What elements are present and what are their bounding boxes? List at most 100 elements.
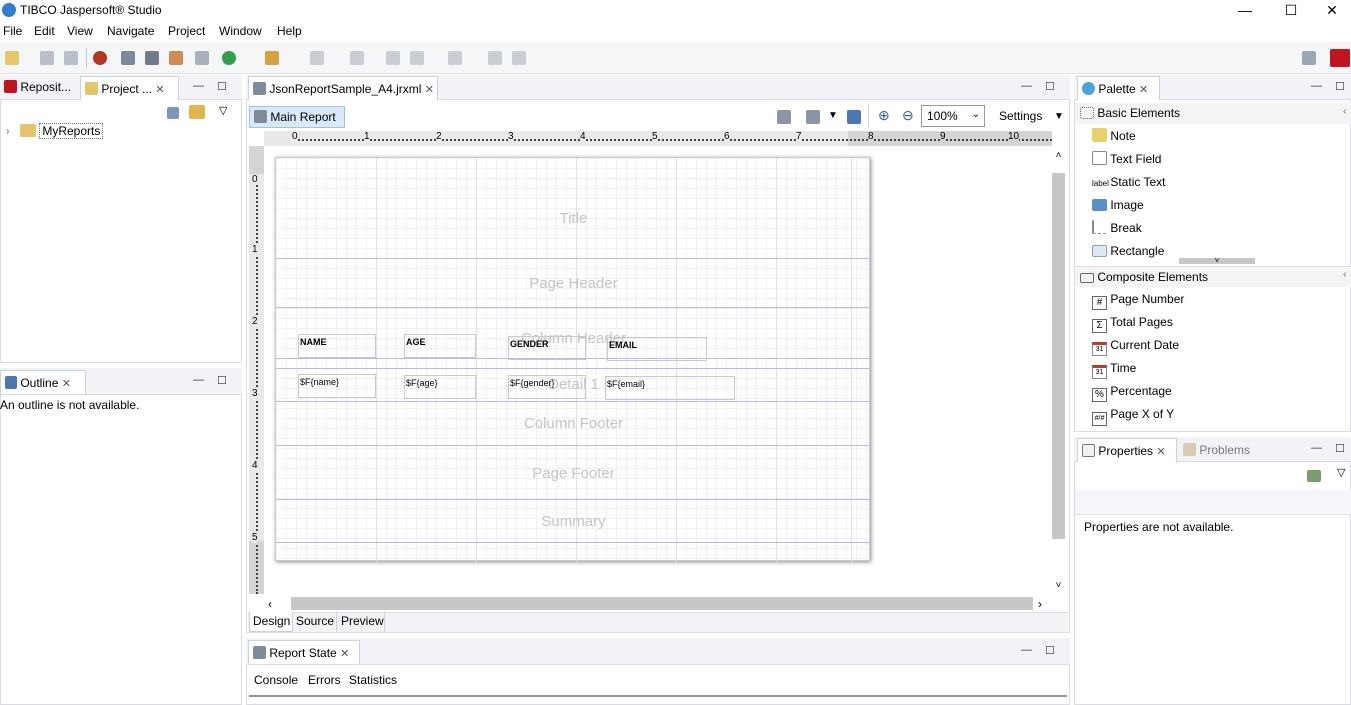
tab-properties[interactable]: Properties ✕ [1077,438,1177,462]
jaspersoft-perspective-icon[interactable] [1330,49,1350,67]
tab-statistics[interactable]: Statistics [349,673,397,687]
band-separator[interactable] [276,499,871,500]
palette-page-x-of-y[interactable]: #/# Page X of Y [1092,403,1174,426]
save-all-icon[interactable] [64,51,78,65]
new-icon[interactable] [5,51,19,65]
publish-icon[interactable] [195,51,209,65]
palette-percentage[interactable]: % Percentage [1092,380,1172,403]
close-icon[interactable]: ✕ [1139,84,1148,96]
chevron-down-icon[interactable]: ▼ [828,110,838,121]
zoom-select[interactable]: 100% ⌄ [921,105,985,127]
tab-errors[interactable]: Errors [308,673,341,687]
main-report-button[interactable]: Main Report [249,106,345,128]
palette-rectangle[interactable]: Rectangle [1092,240,1164,263]
scroll-down-icon[interactable]: ˅ [1052,581,1065,591]
palette-break[interactable]: Break [1092,217,1142,240]
prev-annotation-icon[interactable] [350,51,364,65]
chevron-down-icon[interactable]: ▼ [1054,111,1064,122]
menu-help[interactable]: Help [277,24,302,38]
palette-image[interactable]: Image [1092,194,1144,217]
palette-current-date[interactable]: 31 Current Date [1092,334,1179,357]
band-separator[interactable] [276,542,871,543]
save-icon[interactable] [40,51,54,65]
palette-note[interactable]: Note [1092,125,1136,148]
maximize-icon[interactable]: ☐ [217,374,227,387]
minimize-icon[interactable]: — [193,80,204,92]
static-text-email[interactable]: EMAIL [607,337,707,361]
text-field-age[interactable]: $F{age} [404,375,476,399]
palette-page-number[interactable]: # Page Number [1092,288,1184,311]
forward-icon[interactable] [448,51,462,65]
back-icon[interactable] [410,51,424,65]
minimize-icon[interactable]: — [193,374,204,386]
palette-text-field[interactable]: Text Field [1092,148,1161,171]
last-edit-icon[interactable] [386,51,400,65]
report-icon[interactable] [121,51,135,65]
menu-project[interactable]: Project [168,24,205,38]
text-field-gender[interactable]: $F{gender} [508,375,586,399]
redo-icon[interactable] [512,51,526,65]
menu-edit[interactable]: Edit [34,24,55,38]
zoom-out-icon[interactable]: ⊖ [902,107,914,124]
text-field-name[interactable]: $F{name} [298,374,376,398]
tab-palette[interactable]: Palette ✕ [1077,76,1160,100]
layout-icon[interactable] [777,110,791,124]
view-menu-icon[interactable]: ▽ [219,104,227,117]
tab-console[interactable]: Console [254,673,298,687]
open-perspective-icon[interactable] [1302,51,1316,65]
scroll-right-icon[interactable]: › [1038,597,1042,611]
band-separator[interactable] [276,307,871,308]
static-text-name[interactable]: NAME [298,334,376,358]
tab-report-state[interactable]: Report State ✕ [248,640,360,664]
static-text-age[interactable]: AGE [404,334,476,358]
band-separator[interactable] [276,445,871,446]
zoom-in-icon[interactable]: ⊕ [878,107,890,124]
tab-repository[interactable]: Reposit... [0,75,77,99]
database-icon[interactable] [145,51,159,65]
menu-navigate[interactable]: Navigate [107,24,154,38]
menu-window[interactable]: Window [219,24,262,38]
chevron-right-icon[interactable]: › [6,126,9,137]
grid-icon[interactable] [806,110,820,124]
next-annotation-icon[interactable] [310,51,324,65]
undo-icon[interactable] [488,51,502,65]
band-separator[interactable] [276,368,871,369]
scroll-left-icon[interactable]: ‹ [268,597,272,611]
group-collapse-icon[interactable]: ‹ [1343,106,1346,117]
minimize-icon[interactable]: — [1021,80,1032,92]
band-separator[interactable] [276,258,871,259]
scroll-up-icon[interactable]: ˄ [1052,151,1065,161]
bug-icon[interactable] [93,51,107,65]
tab-source[interactable]: Source [293,612,337,632]
close-icon[interactable]: ✕ [425,84,434,96]
tab-jrxml-editor[interactable]: JsonReportSample_A4.jrxml ✕ [248,76,438,100]
minimize-icon[interactable]: — [1311,442,1322,454]
menu-file[interactable]: File [3,24,22,38]
wizard-icon[interactable] [169,51,183,65]
maximize-icon[interactable]: ☐ [1045,644,1055,657]
view-menu-icon[interactable]: ▽ [1337,466,1345,479]
close-icon[interactable]: ✕ [1156,446,1165,458]
horizontal-scrollbar-thumb[interactable] [291,597,1033,610]
maximize-icon[interactable]: ☐ [1335,442,1345,455]
group-collapse-icon[interactable]: ‹ [1343,269,1346,280]
tab-outline[interactable]: Outline ✕ [0,370,86,394]
close-icon[interactable]: ✕ [340,648,349,660]
maximize-icon[interactable]: ☐ [217,80,227,93]
close-icon[interactable]: ✕ [155,84,164,96]
minimize-button[interactable]: — [1222,0,1268,22]
report-page[interactable]: Title Page Header Column Header Detail 1… [275,157,871,562]
scroll-down-icon[interactable]: ˅ [1179,257,1255,265]
palette-time[interactable]: 31 Time [1092,357,1136,380]
maximize-button[interactable]: ☐ [1268,0,1314,22]
link-editor-icon[interactable] [189,105,205,119]
maximize-icon[interactable]: ☐ [1335,80,1345,93]
text-field-email[interactable]: $F{email} [605,376,735,400]
tab-design[interactable]: Design [249,612,293,632]
tools-icon[interactable] [265,51,279,65]
tab-preview[interactable]: Preview [337,612,385,632]
static-text-gender[interactable]: GENDER [508,336,586,360]
band-separator[interactable] [276,401,871,402]
palette-group-composite[interactable]: Composite Elements [1075,266,1351,287]
export-icon[interactable] [847,110,861,124]
